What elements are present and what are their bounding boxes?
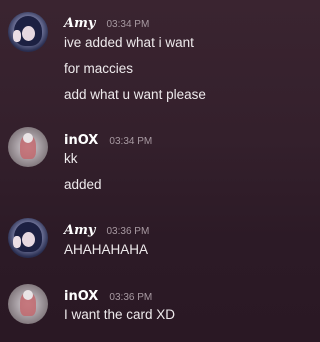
user-avatar-inox[interactable] <box>8 127 48 167</box>
message-text: AHAHAHAHA <box>64 242 149 257</box>
message-text: ive added what i want <box>64 35 194 50</box>
message-timestamp[interactable]: 03:34 PM <box>109 136 152 147</box>
user-avatar-inox[interactable] <box>8 284 48 324</box>
message-header: Amy 03:34 PM <box>64 12 149 31</box>
username-inox[interactable]: inOX <box>64 133 98 148</box>
message-header: inOX 03:34 PM <box>64 129 152 148</box>
message-timestamp[interactable]: 03:34 PM <box>107 19 150 30</box>
message-header: inOX 03:36 PM <box>64 285 152 304</box>
username-inox[interactable]: inOX <box>64 289 98 304</box>
message-text: for maccies <box>64 61 134 76</box>
username-amy[interactable]: Amy <box>64 16 95 31</box>
message-timestamp[interactable]: 03:36 PM <box>107 226 150 237</box>
user-avatar-amy[interactable] <box>8 218 48 258</box>
message-text: add what u want please <box>64 87 206 102</box>
username-amy[interactable]: Amy <box>64 223 95 238</box>
message-text: added <box>64 177 102 192</box>
message-timestamp[interactable]: 03:36 PM <box>109 292 152 303</box>
message-header: Amy 03:36 PM <box>64 219 149 238</box>
message-text: I want the card XD <box>64 307 176 322</box>
user-avatar-amy[interactable] <box>8 12 48 52</box>
message-text: kk <box>64 151 78 166</box>
